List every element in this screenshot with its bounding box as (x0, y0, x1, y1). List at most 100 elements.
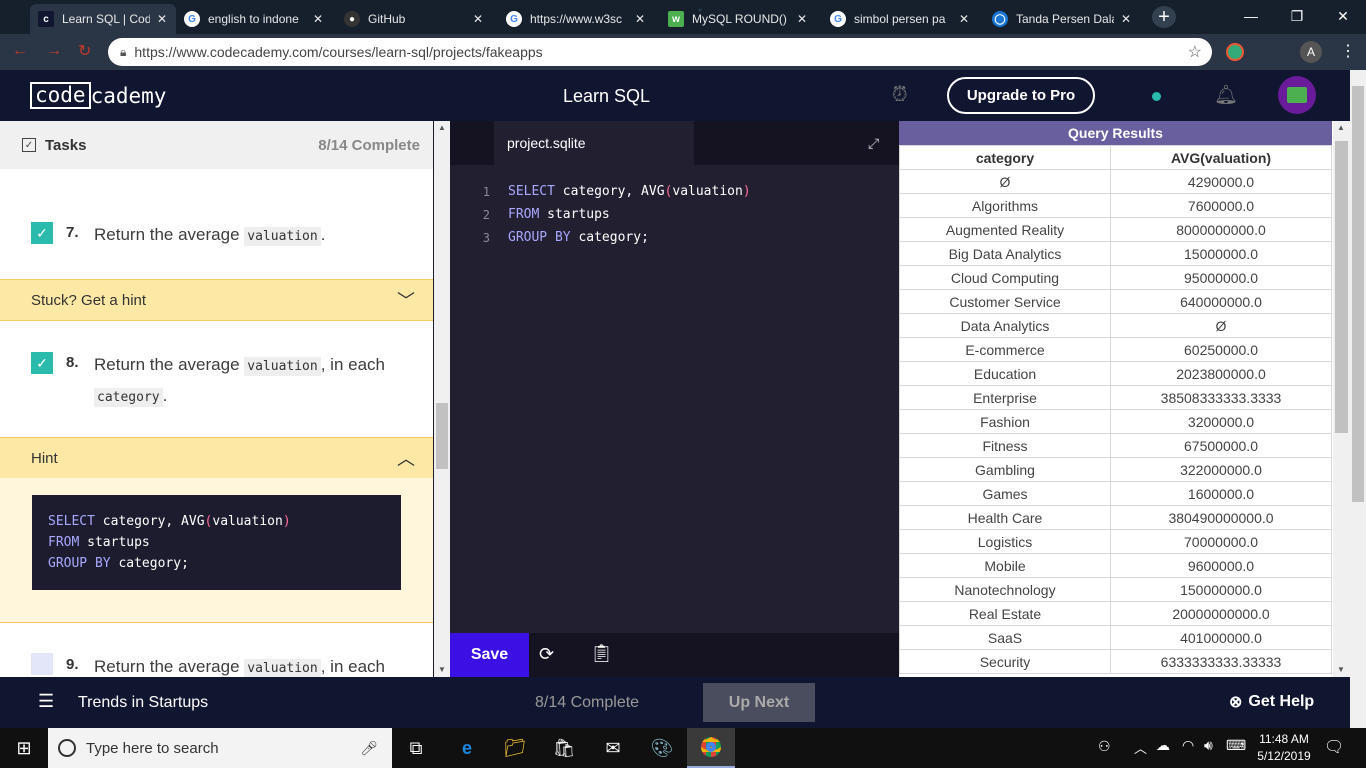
close-tab-icon[interactable]: ✕ (470, 12, 486, 26)
task-9-checkbox[interactable] (31, 653, 53, 675)
close-tab-icon[interactable]: ✕ (1118, 12, 1134, 26)
chrome-icon[interactable] (687, 728, 735, 768)
paint-icon[interactable]: 🎨︎ (638, 728, 686, 768)
browser-tab[interactable]: G https://www.w3sc ✕ (498, 4, 654, 34)
table-cell: Education (899, 361, 1111, 386)
new-tab-button[interactable]: + (1152, 6, 1176, 28)
code-keyword: GROUP BY (48, 556, 111, 571)
get-hint-toggle[interactable]: Stuck? Get a hint ﹀ (0, 279, 433, 321)
taskbar-search[interactable]: Type here to search 🎤︎ (48, 728, 392, 768)
scroll-up-arrow-icon[interactable]: ▲ (1337, 123, 1345, 132)
store-icon[interactable]: 🛍︎ (540, 728, 588, 768)
volume-icon[interactable]: 🔊︎ (1204, 737, 1213, 754)
profile-avatar[interactable]: A (1300, 41, 1322, 63)
clock[interactable]: 11:48 AM 5/12/2019 (1254, 732, 1314, 763)
copy-clipboard-icon[interactable]: 📋︎ (590, 643, 613, 664)
inline-code: valuation (244, 227, 321, 246)
close-tab-icon[interactable]: ✕ (956, 12, 972, 26)
scroll-thumb[interactable] (436, 403, 448, 469)
file-tab[interactable]: project.sqlite (494, 121, 694, 165)
get-help-button[interactable]: ⊗ Get Help (1229, 692, 1314, 712)
reload-icon[interactable]: ↻ (78, 41, 91, 61)
microphone-icon[interactable]: 🎤︎ (360, 740, 378, 757)
save-button[interactable]: Save (450, 633, 529, 677)
wifi-icon[interactable]: ◠ (1182, 737, 1194, 754)
alarm-clock-icon[interactable]: ⏰︎ (892, 84, 908, 107)
close-tab-icon[interactable]: ✕ (632, 12, 648, 26)
table-row: Fitness 67500000.0 (899, 433, 1332, 458)
browser-tab[interactable]: c Learn SQL | Code ✕ (30, 4, 176, 34)
codecademy-favicon-icon: c (38, 11, 54, 27)
scroll-down-arrow-icon[interactable]: ▼ (438, 665, 446, 674)
scroll-thumb[interactable] (1352, 86, 1364, 502)
hint-toggle[interactable]: Hint ︿ (0, 437, 433, 479)
browser-tab[interactable]: ● GitHub ✕ (336, 4, 492, 34)
scroll-thumb[interactable] (1335, 141, 1348, 433)
page-scrollbar[interactable] (1350, 70, 1366, 728)
browser-tab[interactable]: G english to indone ✕ (176, 4, 332, 34)
code-line[interactable]: FROM startups (508, 207, 610, 222)
task-7-checkbox[interactable]: ✓ (31, 222, 53, 244)
browser-tab[interactable]: G simbol persen pa ✕ (822, 4, 978, 34)
code-keyword: GROUP BY (508, 230, 571, 245)
forward-icon[interactable]: → (46, 42, 62, 60)
task-8-checkbox[interactable]: ✓ (31, 352, 53, 374)
hamburger-menu-icon[interactable]: ☰ (38, 691, 54, 712)
avatar[interactable] (1278, 76, 1316, 114)
editor-footer: Save ⟳ 📋︎ (450, 633, 899, 677)
code-keyword: SELECT (508, 184, 555, 199)
table-cell: 380490000000.0 (1110, 505, 1332, 530)
table-cell: 70000000.0 (1110, 529, 1332, 554)
address-bar[interactable]: 🔒︎ https://www.codecademy.com/courses/le… (108, 38, 1212, 66)
code-text: startups (79, 535, 150, 550)
mail-icon[interactable]: ✉ (589, 728, 637, 768)
restore-icon[interactable]: ❐ (1274, 0, 1320, 32)
browser-toolbar: ← → ↻ 🔒︎ https://www.codecademy.com/cour… (0, 34, 1366, 70)
table-row: Augmented Reality 8000000000.0 (899, 217, 1332, 242)
scroll-down-arrow-icon[interactable]: ▼ (1337, 665, 1345, 674)
chevron-down-icon: ﹀ (397, 291, 415, 311)
minimize-icon[interactable]: — (1228, 0, 1274, 32)
close-tab-icon[interactable]: ✕ (154, 12, 170, 26)
table-row: Big Data Analytics 15000000.0 (899, 241, 1332, 266)
task-panel-scrollbar[interactable]: ▲ ▼ (434, 121, 450, 677)
up-next-button[interactable]: Up Next (703, 683, 815, 722)
onedrive-icon[interactable]: ☁ (1156, 737, 1170, 754)
codecademy-logo[interactable]: code cademy (30, 82, 166, 109)
extension-icon[interactable] (1226, 43, 1244, 61)
upgrade-to-pro-button[interactable]: Upgrade to Pro (947, 77, 1095, 114)
task-text-part: . (162, 386, 168, 405)
scroll-up-arrow-icon[interactable]: ▲ (438, 123, 446, 132)
chevron-up-icon: ︿ (397, 449, 415, 469)
people-icon[interactable]: ⚇ (1098, 738, 1111, 755)
input-indicator-icon[interactable]: ⌨︎ (1226, 737, 1246, 754)
code-text: valuation (672, 184, 743, 199)
windows-start-icon[interactable]: ⊞ (0, 728, 48, 768)
notifications-icon[interactable]: 🗨︎ (1324, 737, 1344, 757)
results-scrollbar[interactable]: ▲ ▼ (1333, 121, 1350, 677)
code-line[interactable]: GROUP BY category; (508, 230, 649, 245)
expand-icon[interactable]: ⤢ (868, 135, 879, 152)
edge-icon[interactable]: e (443, 728, 491, 768)
table-cell: Big Data Analytics (899, 241, 1111, 266)
reset-icon[interactable]: ⟳ (539, 644, 554, 665)
code-line[interactable]: SELECT category, AVG(valuation) (508, 184, 751, 199)
back-icon[interactable]: ← (12, 42, 28, 60)
bookmark-star-icon[interactable]: ☆ (1188, 42, 1202, 62)
bell-icon[interactable]: 🔔︎ (1214, 83, 1238, 107)
table-cell: SaaS (899, 625, 1111, 650)
task-view-icon[interactable]: ⧉ (392, 728, 440, 768)
code-text: category; (110, 556, 189, 571)
close-tab-icon[interactable]: ✕ (794, 12, 810, 26)
query-results-title: Query Results (899, 121, 1332, 145)
browser-menu-icon[interactable]: ⋮ (1340, 41, 1356, 61)
browser-tab[interactable]: ◯ Tanda Persen Dala ✕ (984, 4, 1140, 34)
close-window-icon[interactable]: ✕ (1320, 0, 1366, 32)
tray-chevron-icon[interactable]: ︿ (1134, 738, 1147, 757)
task-number: 9. (66, 656, 79, 673)
file-explorer-icon[interactable]: 📁︎ (491, 728, 539, 768)
table-cell: Ø (899, 169, 1111, 194)
tab-title: english to indone (208, 12, 299, 26)
close-tab-icon[interactable]: ✕ (310, 12, 326, 26)
browser-tab[interactable]: w MySQL ROUND() ✕ (660, 4, 816, 34)
